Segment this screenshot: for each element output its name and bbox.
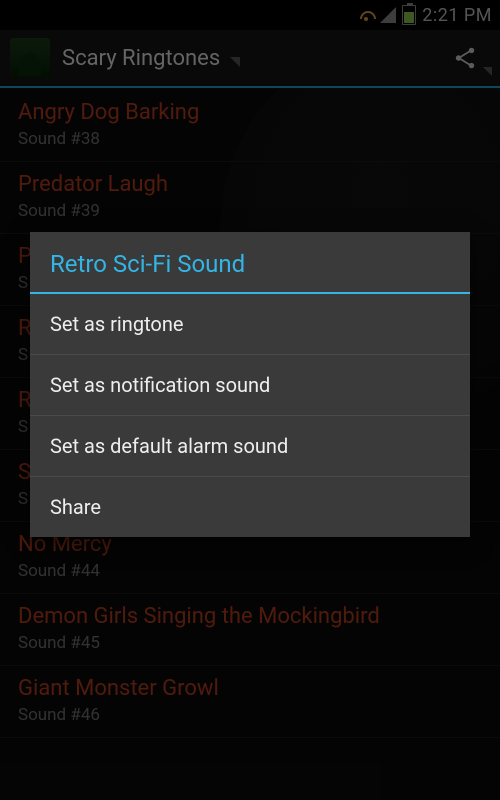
dialog-option-share[interactable]: Share — [30, 477, 470, 537]
dialog-option-ringtone[interactable]: Set as ringtone — [30, 294, 470, 355]
dialog-option-alarm[interactable]: Set as default alarm sound — [30, 416, 470, 477]
dialog-option-notification[interactable]: Set as notification sound — [30, 355, 470, 416]
context-dialog: Retro Sci-Fi Sound Set as ringtone Set a… — [30, 232, 470, 537]
dialog-title: Retro Sci-Fi Sound — [30, 232, 470, 292]
